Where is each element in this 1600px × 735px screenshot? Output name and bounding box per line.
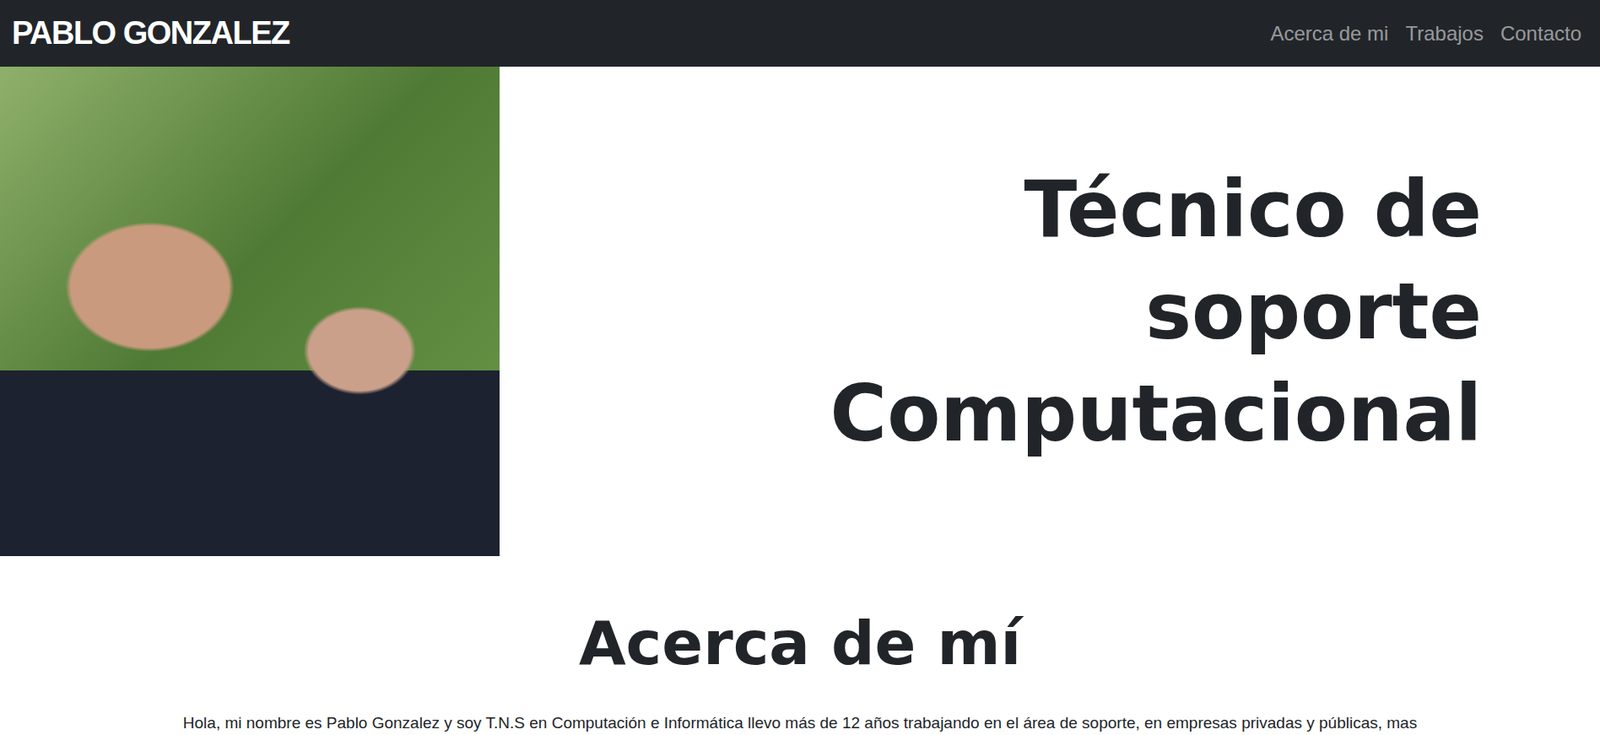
nav-link[interactable]: Contacto — [1500, 21, 1582, 46]
about-title: Acerca de mí — [578, 606, 1022, 680]
about-section: Acerca de mí Hola, mi nombre es Pablo Gon… — [0, 556, 1600, 735]
brand-logo[interactable]: PABLO GONZALEZ — [11, 15, 290, 52]
hero: Técnico de soporte Computacional — [0, 66, 1600, 557]
nav-links: Acerca de mi Trabajos Contacto — [1270, 21, 1582, 46]
about-text: Hola, mi nombre es Pablo Gonzalez y soy … — [166, 711, 1434, 735]
nav-link[interactable]: Acerca de mi — [1270, 21, 1389, 46]
profile-photo — [0, 66, 500, 557]
hero-title: Técnico de soporte Computacional — [806, 158, 1482, 465]
navbar: PABLO GONZALEZ Acerca de mi Trabajos Contac… — [0, 0, 1600, 67]
hero-text: Técnico de soporte Computacional — [499, 66, 1600, 557]
page: PABLO GONZALEZ Acerca de mi Trabajos Contac… — [0, 0, 1600, 735]
nav-link[interactable]: Trabajos — [1405, 21, 1483, 46]
